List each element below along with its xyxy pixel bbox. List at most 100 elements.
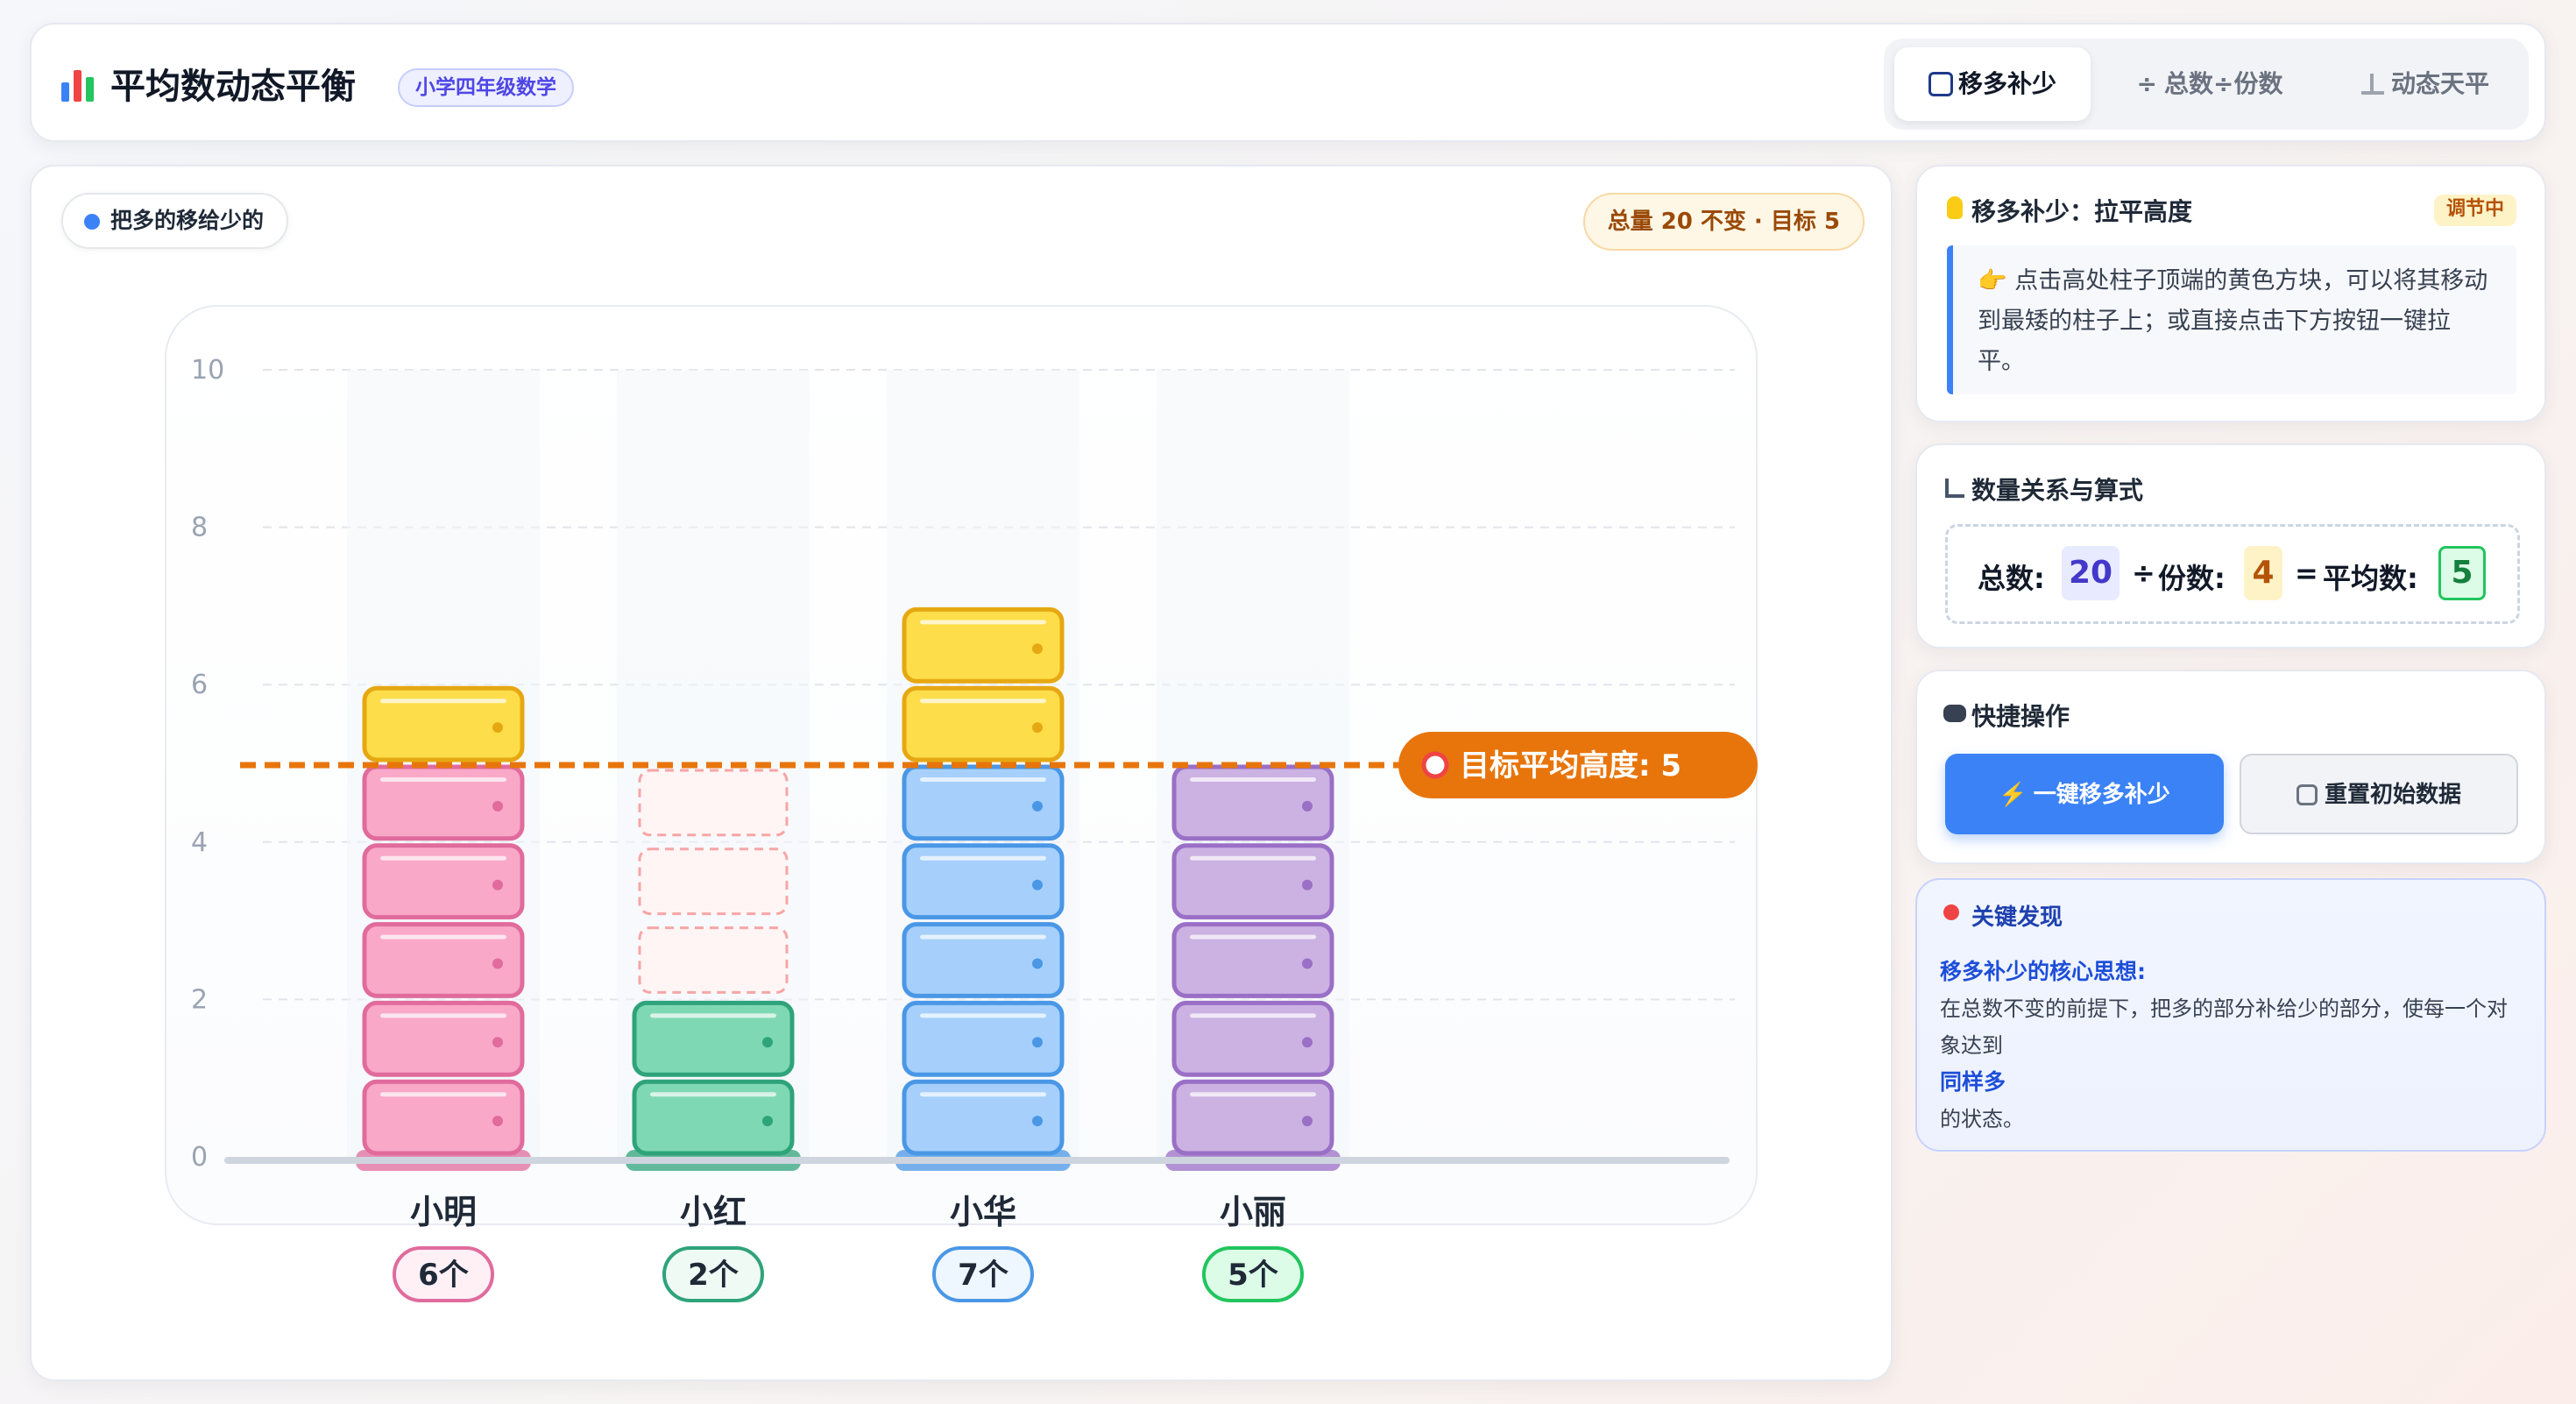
block-shine bbox=[920, 934, 1046, 940]
average-value: 5 bbox=[2438, 546, 2486, 600]
category-label: 小丽 bbox=[1220, 1193, 1286, 1231]
y-tick-label: 6 bbox=[191, 670, 208, 700]
block-shine bbox=[650, 1092, 776, 1097]
page-title: 平均数动态平衡 bbox=[110, 67, 356, 107]
category-label: 小华 bbox=[950, 1193, 1016, 1231]
total-value: 20 bbox=[2062, 546, 2120, 600]
shuffle-icon bbox=[1928, 72, 1953, 96]
block-shine bbox=[1190, 1013, 1316, 1018]
block-dot bbox=[762, 1116, 773, 1127]
ruler-icon bbox=[1945, 479, 1964, 498]
block-dot bbox=[492, 1037, 503, 1048]
block-shine bbox=[650, 1013, 776, 1018]
block-shine bbox=[380, 698, 506, 704]
refresh-icon bbox=[2296, 784, 2318, 805]
status-dot-icon bbox=[84, 214, 100, 230]
block-shine bbox=[1190, 1092, 1316, 1097]
divide-sign: ÷ bbox=[2132, 557, 2155, 590]
block-shine bbox=[380, 777, 506, 782]
block-dot bbox=[492, 958, 503, 969]
parts-label: 份数: bbox=[2158, 562, 2226, 595]
block-dot bbox=[1032, 1037, 1043, 1048]
scale-icon bbox=[2360, 74, 2384, 95]
value-label: 6个 bbox=[418, 1258, 469, 1293]
target-label: 目标平均高度: 5 bbox=[1460, 748, 1681, 784]
block-shine bbox=[920, 777, 1046, 782]
reset-button[interactable]: 重置初始数据 bbox=[2240, 754, 2518, 834]
average-label: 平均数: bbox=[2323, 562, 2418, 595]
parts-value: 4 bbox=[2244, 546, 2282, 600]
empty-slot bbox=[638, 769, 789, 837]
hint-pill: 把多的移给少的 bbox=[61, 193, 289, 249]
y-tick-label: 2 bbox=[191, 984, 208, 1015]
block-dot bbox=[492, 879, 503, 890]
total-target-badge: 总量 20 不变 · 目标 5 bbox=[1582, 193, 1865, 251]
block-dot bbox=[1302, 958, 1313, 969]
finding-heading: 移多补少的核心思想: bbox=[1940, 959, 2146, 984]
formula-box: 总数: 20 ÷ 份数: 4 = 平均数: 5 bbox=[1945, 524, 2520, 624]
bar-chart: 0 2 4 6 8 10 小明 6个 小红 2个 小华 7个 小丽 5个 目标平均高度: 5 bbox=[191, 355, 1761, 1302]
quick-actions-title: 快捷操作 bbox=[1971, 702, 2070, 731]
block-dot bbox=[1302, 800, 1313, 812]
category-label: 小明 bbox=[410, 1193, 477, 1231]
block-dot bbox=[1302, 1116, 1313, 1127]
block-dot bbox=[492, 1116, 503, 1127]
tip-body: 👉 点击高处柱子顶端的黄色方块，可以将其移动到最矮的柱子上；或直接点击下方按钮一… bbox=[1947, 245, 2516, 394]
block-shine bbox=[380, 1013, 506, 1018]
quick-actions-card: 快捷操作 ⚡ 一键移多补少 重置初始数据 bbox=[1915, 670, 2546, 864]
lightbulb-icon bbox=[1947, 196, 1963, 219]
finding-text-end: 的状态。 bbox=[1940, 1107, 2024, 1131]
block-shine bbox=[1190, 855, 1316, 861]
tab-total-divide-parts[interactable]: ÷ 总数÷份数 bbox=[2106, 47, 2313, 121]
block-dot bbox=[1032, 643, 1043, 655]
block-shine bbox=[380, 934, 506, 940]
block-dot bbox=[1032, 1116, 1043, 1127]
app-header: 平均数动态平衡 小学四年级数学 移多补少 ÷ 总数÷份数 动态天平 bbox=[30, 23, 2546, 142]
block-dot bbox=[1302, 879, 1313, 890]
block-dot bbox=[1032, 722, 1043, 734]
tip-title: 移多补少：拉平高度 bbox=[1971, 197, 2193, 226]
formula-title: 数量关系与算式 bbox=[1971, 476, 2144, 505]
value-label: 2个 bbox=[688, 1258, 739, 1293]
formula-card: 数量关系与算式 总数: 20 ÷ 份数: 4 = 平均数: 5 bbox=[1915, 443, 2546, 649]
block-shine bbox=[1190, 777, 1316, 782]
key-finding-body: 移多补少的核心思想: 在总数不变的前提下，把多的部分补给少的部分，使每一个对象达… bbox=[1940, 954, 2527, 1138]
block-shine bbox=[920, 698, 1046, 704]
y-tick-label: 4 bbox=[191, 827, 208, 858]
key-finding-title: 关键发现 bbox=[1971, 904, 2063, 931]
tab-move-more-fill-less[interactable]: 移多补少 bbox=[1894, 47, 2091, 121]
block-shine bbox=[380, 1092, 506, 1097]
target-icon bbox=[1421, 751, 1449, 779]
bar-chart-area: 0 2 4 6 8 10 小明 6个 小红 2个 小华 7个 小丽 5个 目标平均高度: 5 bbox=[165, 305, 1761, 1302]
empty-slot bbox=[638, 847, 789, 916]
grade-badge: 小学四年级数学 bbox=[398, 68, 574, 107]
value-label: 5个 bbox=[1228, 1258, 1278, 1293]
tip-card: 移多补少：拉平高度 调节中 👉 点击高处柱子顶端的黄色方块，可以将其移动到最矮的… bbox=[1915, 165, 2546, 422]
block-shine bbox=[380, 855, 506, 861]
key-finding-card: 关键发现 移多补少的核心思想: 在总数不变的前提下，把多的部分补给少的部分，使每… bbox=[1915, 878, 2546, 1152]
divide-icon: ÷ bbox=[2136, 69, 2157, 98]
bar-chart-icon bbox=[61, 65, 95, 102]
y-tick-label: 10 bbox=[191, 355, 224, 386]
block-dot bbox=[1302, 1037, 1313, 1048]
block-dot bbox=[762, 1037, 773, 1048]
value-label: 7个 bbox=[958, 1258, 1008, 1293]
pin-icon bbox=[1943, 904, 1959, 920]
tab-dynamic-balance[interactable]: 动态天平 bbox=[2329, 47, 2522, 121]
equals-sign: = bbox=[2295, 557, 2318, 590]
total-label: 总数: bbox=[1978, 562, 2045, 595]
block-shine bbox=[920, 855, 1046, 861]
block-dot bbox=[492, 722, 503, 734]
block-shine bbox=[920, 1013, 1046, 1018]
flatten-button[interactable]: ⚡ 一键移多补少 bbox=[1945, 754, 2224, 834]
block-shine bbox=[920, 620, 1046, 625]
y-tick-label: 0 bbox=[191, 1142, 208, 1173]
mode-tabs: 移多补少 ÷ 总数÷份数 动态天平 bbox=[1884, 39, 2529, 130]
finding-emphasis: 同样多 bbox=[1940, 1069, 2006, 1095]
block-dot bbox=[1032, 879, 1043, 890]
category-label: 小红 bbox=[680, 1193, 747, 1231]
block-dot bbox=[1032, 800, 1043, 812]
status-badge: 调节中 bbox=[2433, 195, 2516, 226]
block-dot bbox=[1032, 958, 1043, 969]
empty-slot bbox=[638, 926, 789, 994]
